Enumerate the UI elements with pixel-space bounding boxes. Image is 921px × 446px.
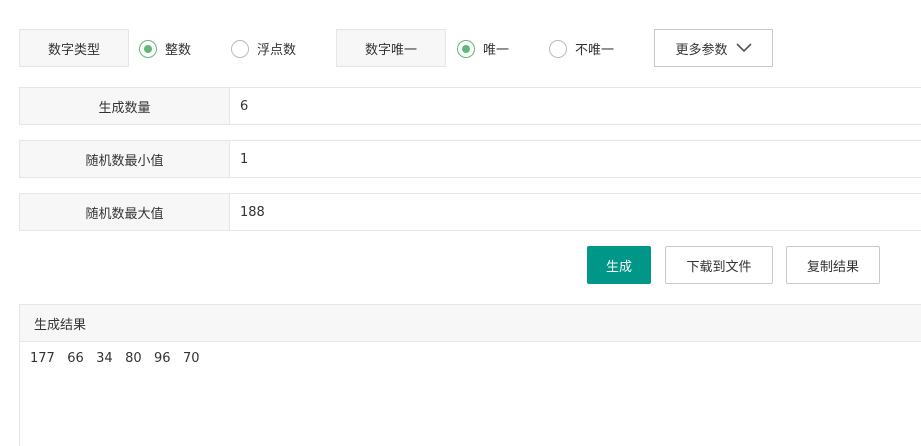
chevron-down-icon (735, 43, 752, 53)
radio-unique-label: 唯一 (483, 43, 510, 58)
radio-float-label: 浮点数 (257, 43, 297, 58)
download-button[interactable]: 下载到文件 (665, 246, 773, 284)
field-row-min: 随机数最小值 1 (19, 140, 921, 178)
unique-label: 数字唯一 (336, 29, 446, 67)
radio-checked-icon[interactable] (139, 39, 157, 58)
number-type-label: 数字类型 (19, 29, 129, 67)
radio-not-unique-label: 不唯一 (575, 43, 615, 58)
radio-not-unique[interactable]: 不唯一 (549, 39, 614, 58)
field-row-max: 随机数最大值 188 (19, 193, 921, 231)
copy-result-button[interactable]: 复制结果 (786, 246, 880, 284)
radio-unchecked-icon[interactable] (549, 39, 567, 58)
result-output[interactable]: 177 66 34 80 96 70 (20, 342, 921, 375)
result-panel: 生成结果 177 66 34 80 96 70 (19, 304, 921, 446)
max-value-input[interactable]: 188 (230, 194, 921, 230)
radio-integer[interactable]: 整数 (139, 39, 191, 58)
unique-label-text: 数字唯一 (364, 42, 417, 58)
field-row-count: 生成数量 6 (19, 87, 921, 125)
field-label: 生成数量 (20, 88, 230, 124)
number-type-label-text: 数字类型 (47, 42, 100, 58)
result-title: 生成结果 (34, 317, 87, 333)
more-params-button[interactable]: 更多参数 (654, 29, 773, 67)
radio-unique[interactable]: 唯一 (457, 39, 509, 58)
radio-float[interactable]: 浮点数 (231, 39, 296, 58)
field-label: 随机数最大值 (20, 194, 230, 230)
count-input[interactable]: 6 (230, 88, 921, 124)
radio-unchecked-icon[interactable] (231, 39, 249, 58)
radio-checked-icon[interactable] (457, 39, 475, 58)
more-params-label: 更多参数 (675, 42, 728, 58)
generate-button[interactable]: 生成 (587, 246, 651, 284)
field-label: 随机数最小值 (20, 141, 230, 177)
radio-integer-label: 整数 (165, 43, 192, 58)
result-header: 生成结果 (20, 305, 921, 342)
min-value-input[interactable]: 1 (230, 141, 921, 177)
